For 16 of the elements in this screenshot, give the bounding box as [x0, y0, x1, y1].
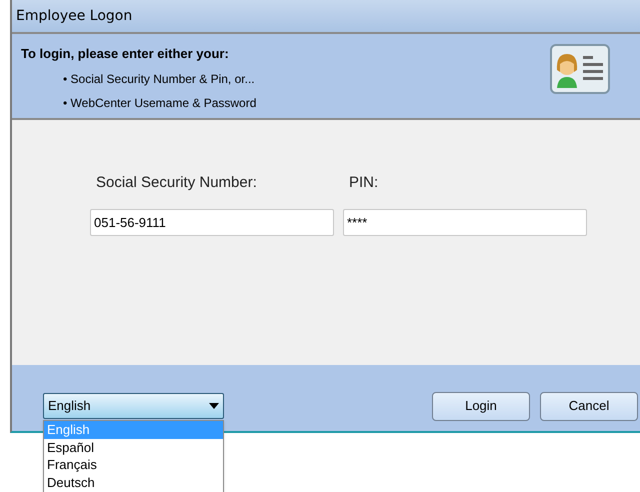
input-field[interactable]: **** [343, 209, 587, 236]
language-dropdown[interactable]: English [43, 393, 224, 419]
field-label: Social Security Number: [96, 173, 258, 192]
input-field[interactable]: 051-56-9111 [90, 209, 334, 236]
caret-icon [209, 403, 219, 409]
dialog-button[interactable]: Cancel [540, 392, 638, 420]
field-label: PIN: [349, 173, 380, 192]
instruction-heading: To login, please enter either your: [21, 45, 230, 63]
instruction-item: • WebCenter Usemame & Password [63, 94, 256, 112]
id-card-icon [550, 44, 612, 96]
language-option[interactable]: Deutsch [44, 474, 223, 491]
dialog-button[interactable]: Login [432, 392, 530, 420]
language-option[interactable]: Español [44, 438, 223, 456]
window-title: Employee Logon [16, 6, 132, 26]
instruction-item: • Social Security Number & Pin, or... [63, 70, 256, 88]
language-option[interactable]: Français [44, 456, 223, 474]
